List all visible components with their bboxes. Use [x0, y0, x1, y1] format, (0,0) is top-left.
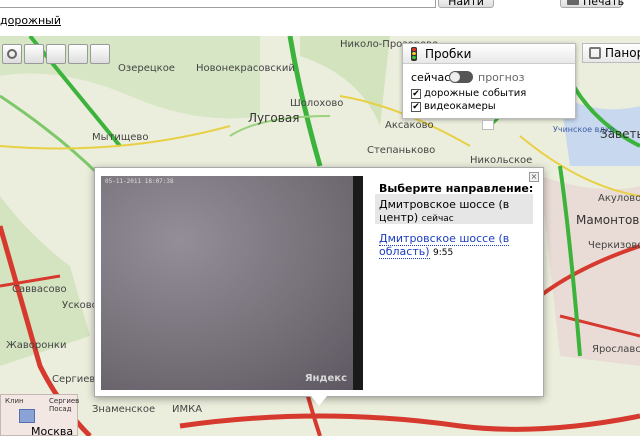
- search-input[interactable]: [0, 0, 436, 8]
- camera-watermark: Яндекс: [304, 373, 347, 384]
- camera-timestamp: 05-11-2011 18:07:38: [105, 178, 174, 185]
- traffic-now-label: сейчас: [411, 71, 451, 84]
- road-events-label: дорожные события: [424, 88, 527, 99]
- camera-snapshot: 05-11-2011 18:07:38 Яндекс: [101, 176, 363, 390]
- map-canvas[interactable]: Озерецкое Новонекрасовский Николо-Прозор…: [0, 36, 640, 436]
- map-label: Жаворонки: [6, 340, 67, 351]
- find-button[interactable]: Найти: [438, 0, 494, 8]
- route-tool-button[interactable]: [46, 44, 66, 64]
- map-label: Шолохово: [290, 98, 344, 109]
- map-label: Заветы: [600, 127, 640, 141]
- map-label: Озерецкое: [118, 63, 175, 74]
- map-label: Мытищево: [92, 132, 149, 143]
- minimap-label: Сергиев Посад: [49, 397, 80, 413]
- camera-popup: 05-11-2011 18:07:38 Яндекс Выберите напр…: [94, 167, 544, 406]
- pointer-tool-button[interactable]: [90, 44, 110, 64]
- minimap-city-label: Москва: [31, 425, 74, 436]
- zoom-tool-button[interactable]: [2, 44, 22, 64]
- magnifier-icon: [7, 49, 17, 59]
- direction-option-region[interactable]: Дмитровское шоссе (в область) 9:55: [379, 232, 529, 260]
- printer-icon: [567, 0, 579, 5]
- top-bar: Найти Печать дорожный: [0, 0, 640, 36]
- minimap[interactable]: Клин Сергиев Посад Москва: [0, 394, 80, 436]
- map-label: Ярославское: [592, 344, 640, 355]
- cameras-label: видеокамеры: [424, 101, 496, 112]
- panel-collapse-handle[interactable]: [482, 120, 494, 130]
- road-events-checkbox[interactable]: ✔: [411, 88, 421, 99]
- cameras-option[interactable]: ✔ видеокамеры: [411, 101, 496, 112]
- road-events-option[interactable]: ✔ дорожные события: [411, 88, 526, 99]
- map-label: Аксаково: [385, 120, 434, 131]
- traffic-mode-toggle[interactable]: [449, 71, 473, 83]
- traffic-header[interactable]: Пробки: [403, 44, 575, 64]
- popup-pointer: [311, 396, 327, 406]
- map-label: Луговая: [248, 111, 300, 125]
- map-label: Знаменское: [92, 404, 156, 415]
- traffic-title: Пробки: [425, 47, 472, 61]
- map-label: Никольское: [470, 155, 533, 166]
- close-icon[interactable]: ×: [529, 172, 539, 182]
- cameras-checkbox[interactable]: ✔: [411, 101, 421, 112]
- panorama-icon: [589, 47, 601, 59]
- road-layer-link[interactable]: дорожный: [0, 14, 61, 27]
- map-label: Новонекрасовский: [196, 63, 295, 74]
- map-label: Усково: [62, 300, 98, 311]
- panorama-tab[interactable]: Панорам: [582, 43, 640, 63]
- traffic-forecast-label: прогноз: [478, 71, 525, 84]
- print-label: Печать: [583, 0, 625, 8]
- print-button[interactable]: Печать: [560, 0, 625, 8]
- map-label: Саввасово: [12, 284, 67, 295]
- map-label: Степаньково: [367, 145, 436, 156]
- panorama-label: Панорам: [605, 46, 640, 60]
- layers-tool-button[interactable]: [68, 44, 88, 64]
- minimap-viewport[interactable]: [19, 409, 35, 423]
- map-label: ИМКА: [172, 404, 203, 415]
- map-label: Акулово: [598, 193, 640, 204]
- direction-time: сейчас: [421, 214, 454, 224]
- ruler-tool-button[interactable]: [24, 44, 44, 64]
- traffic-panel: Пробки сейчас прогноз ✔ дорожные события…: [402, 43, 576, 119]
- traffic-light-icon: [411, 47, 417, 61]
- map-label: Черкизово: [588, 240, 640, 251]
- direction-time: 9:55: [433, 248, 454, 258]
- map-toolbar: [2, 44, 110, 64]
- direction-option-center[interactable]: Дмитровское шоссе (в центр) сейчас: [375, 194, 533, 224]
- map-label: Мамонтовка Пр: [576, 213, 640, 227]
- minimap-label: Клин: [5, 397, 24, 405]
